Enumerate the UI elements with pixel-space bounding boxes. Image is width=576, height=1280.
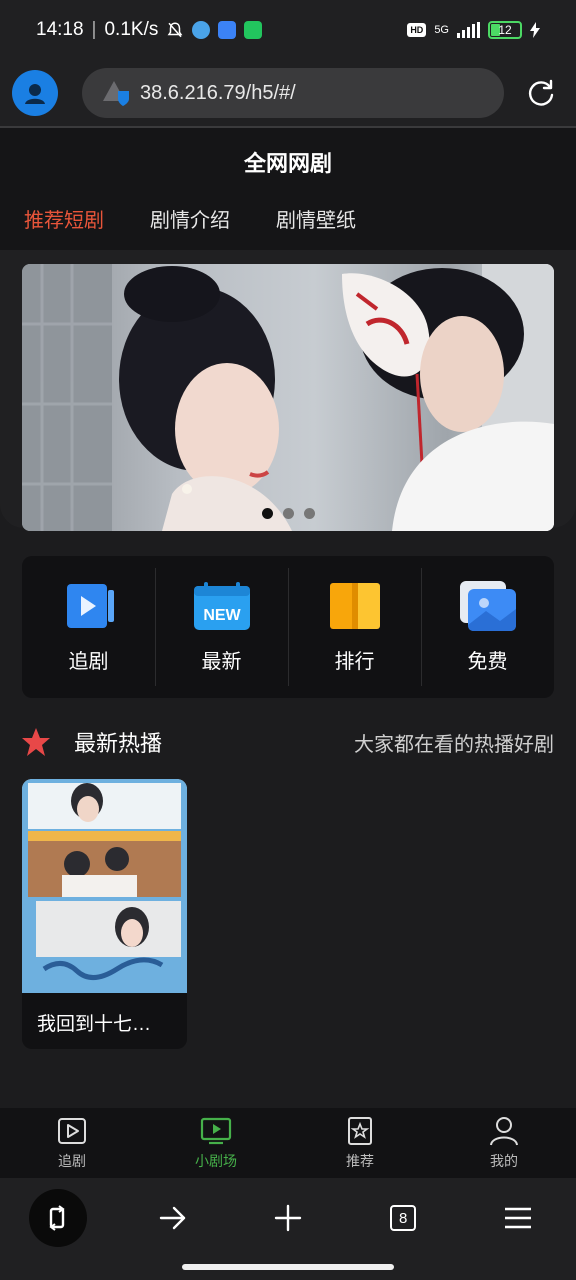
carousel-dot[interactable]	[282, 508, 294, 519]
reload-icon[interactable]	[526, 78, 556, 108]
profile-avatar[interactable]	[12, 70, 58, 116]
page-title: 全网网剧	[243, 151, 332, 176]
quick-nav-label: 追剧	[68, 650, 109, 673]
svg-text:NEW: NEW	[203, 607, 241, 624]
bell-muted-icon	[167, 22, 183, 38]
banner-image	[22, 264, 554, 531]
drama-card[interactable]: 我回到十七…	[22, 779, 187, 1049]
tab-wallpapers[interactable]: 剧情壁纸	[276, 204, 356, 233]
tv-icon	[200, 1117, 232, 1145]
quick-nav-label: 排行	[334, 650, 375, 673]
app-notify-icon	[244, 21, 263, 39]
battery-level: 12	[498, 23, 512, 37]
play-card-icon	[66, 583, 114, 628]
address-bar[interactable]: 38.6.216.79/h5/#/	[82, 68, 504, 118]
quick-nav-free[interactable]: 免费	[421, 556, 554, 698]
nav-follow[interactable]: 追剧	[0, 1108, 144, 1178]
browser-toolbar: 8	[0, 1178, 576, 1258]
status-speed: 0.1K/s	[104, 19, 159, 40]
nav-label: 推荐	[346, 1153, 374, 1169]
nav-label: 我的	[490, 1153, 518, 1169]
battery-icon: 12	[488, 21, 522, 39]
quick-nav-ranking[interactable]: 排行	[288, 556, 421, 698]
nav-label: 小剧场	[195, 1153, 237, 1169]
status-right: HD 5G 12	[407, 21, 540, 39]
section-header: 最新热播 大家都在看的热播好剧	[22, 722, 554, 762]
user-icon	[490, 1117, 518, 1146]
toolbar-item: 8	[346, 1205, 461, 1231]
status-bar: 14:18 | 0.1K/s HD 5G 12	[0, 0, 576, 60]
app-notify-icon	[192, 21, 211, 39]
drama-poster	[22, 779, 187, 993]
carousel-dot[interactable]	[303, 508, 315, 519]
quick-nav-label: 免费	[467, 650, 508, 673]
banner-carousel[interactable]	[22, 264, 554, 531]
forward-arrow-icon[interactable]	[158, 1203, 188, 1233]
poster-image	[22, 779, 187, 993]
quick-nav-follow[interactable]: 追剧	[22, 556, 155, 698]
user-icon	[25, 84, 45, 104]
section-title: 最新热播	[74, 731, 163, 756]
switch-icon	[48, 1205, 65, 1231]
quick-nav-newest[interactable]: NEW 最新	[155, 556, 288, 698]
drama-title: 我回到十七…	[37, 1014, 152, 1035]
nav-recommend[interactable]: 推荐	[288, 1108, 432, 1178]
network-type: 5G	[434, 24, 449, 36]
status-time: 14:18	[36, 19, 84, 40]
quick-nav-label: 最新	[201, 650, 242, 673]
status-left: 14:18 | 0.1K/s	[36, 19, 263, 41]
nav-profile[interactable]: 我的	[432, 1108, 576, 1178]
toolbar-item	[461, 1203, 576, 1233]
section-subtitle: 大家都在看的热播好剧	[354, 733, 554, 756]
signal-icon	[457, 22, 480, 38]
browser-url-row: 38.6.216.79/h5/#/	[0, 60, 576, 126]
url-text: 38.6.216.79/h5/#/	[140, 81, 296, 104]
app-bottom-nav: 追剧 小剧场 推荐 我的	[0, 1108, 576, 1178]
toolbar-item	[115, 1203, 230, 1233]
hd-badge: HD	[407, 23, 427, 37]
book-icon	[329, 582, 380, 629]
home-indicator[interactable]	[182, 1264, 394, 1270]
quick-nav: 追剧 NEW 最新 排行 免费	[22, 556, 554, 698]
plus-icon[interactable]	[273, 1203, 303, 1233]
nav-mini-theater[interactable]: 小剧场	[144, 1108, 288, 1178]
charging-icon	[530, 22, 540, 38]
new-badge-icon: NEW	[193, 581, 250, 630]
star-icon	[22, 728, 50, 756]
insecure-warning-icon	[103, 81, 129, 106]
menu-icon[interactable]	[503, 1203, 533, 1233]
nav-label: 追剧	[58, 1153, 86, 1169]
play-square-icon	[58, 1118, 86, 1144]
page-header: 全网网剧 推荐短剧 剧情介绍 剧情壁纸	[0, 128, 576, 250]
toolbar-item	[0, 1189, 115, 1247]
switch-view-button[interactable]	[28, 1189, 87, 1247]
tab-count-button[interactable]: 8	[390, 1205, 417, 1231]
star-bookmark-icon	[348, 1117, 372, 1145]
tab-recommended[interactable]: 推荐短剧	[24, 204, 104, 233]
app-notify-icon	[218, 21, 237, 39]
image-icon	[459, 580, 516, 631]
tab-plot-intro[interactable]: 剧情介绍	[150, 204, 230, 233]
toolbar-item	[230, 1203, 345, 1233]
carousel-dot[interactable]	[261, 508, 273, 519]
category-tabs: 推荐短剧 剧情介绍 剧情壁纸	[24, 204, 356, 233]
carousel-dots	[22, 508, 554, 519]
